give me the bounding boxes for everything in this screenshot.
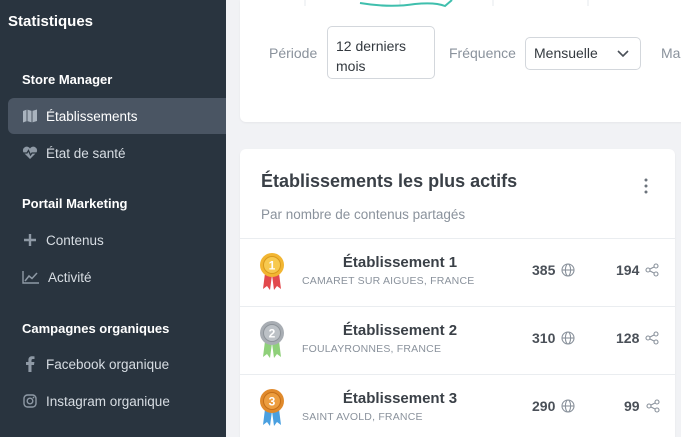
- globe-icon: [561, 399, 575, 413]
- shares-count: 99: [624, 398, 660, 414]
- globe-icon: [561, 331, 575, 345]
- bronze-medal-icon: 3: [260, 389, 284, 426]
- frequency-select[interactable]: Mensuelle: [525, 37, 641, 70]
- globe-icon: [561, 263, 575, 277]
- svg-text:1: 1: [269, 259, 276, 273]
- contents-count: 385: [532, 262, 575, 278]
- table-row[interactable]: 3 Établissement 3 SAINT AVOLD, FRANCE 29…: [240, 374, 675, 437]
- sidebar-item-etablissements[interactable]: Établissements: [8, 98, 226, 134]
- chevron-down-icon: [617, 50, 629, 58]
- facebook-icon: [22, 356, 38, 372]
- chart-remnant: [304, 0, 589, 8]
- section-store-manager: Store Manager: [22, 72, 113, 87]
- contents-count: 290: [532, 398, 575, 414]
- plus-icon: [22, 232, 38, 248]
- sidebar-item-instagram-organique[interactable]: Instagram organique: [8, 383, 226, 419]
- top-establishments-card: Établissements les plus actifs Par nombr…: [240, 149, 675, 437]
- chart-line-icon: [22, 269, 40, 285]
- period-field[interactable]: 12 derniers mois: [327, 26, 435, 79]
- sidebar-item-label: État de santé: [46, 145, 126, 161]
- period-label: Période: [269, 45, 318, 61]
- shares-count: 128: [616, 330, 659, 346]
- establishment-location: FOULAYRONNES, FRANCE: [302, 343, 442, 355]
- establishment-name: Établissement 1: [342, 254, 458, 271]
- establishment-location: CAMARET SUR AIGUES, FRANCE: [302, 275, 475, 287]
- card-title: Établissements les plus actifs: [261, 171, 518, 191]
- third-filter-label: Ma: [661, 45, 681, 61]
- silver-medal-icon: 2: [260, 321, 284, 358]
- heartbeat-icon: [22, 145, 38, 161]
- sidebar-item-contenus[interactable]: Contenus: [8, 222, 226, 258]
- sidebar-item-label: Instagram organique: [46, 393, 170, 409]
- sidebar-item-label: Activité: [48, 269, 92, 285]
- frequency-value: Mensuelle: [534, 45, 598, 61]
- sidebar-item-label: Facebook organique: [46, 356, 170, 372]
- sidebar-item-etat-de-sante[interactable]: État de santé: [8, 135, 226, 171]
- table-row[interactable]: 2 Établissement 2 FOULAYRONNES, FRANCE 3…: [240, 306, 675, 374]
- section-portail-marketing: Portail Marketing: [22, 196, 128, 211]
- share-icon: [646, 399, 660, 413]
- instagram-icon: [22, 393, 38, 409]
- sidebar-item-facebook-organique[interactable]: Facebook organique: [8, 346, 226, 382]
- frequency-label: Fréquence: [449, 45, 516, 61]
- sidebar-item-activite[interactable]: Activité: [8, 259, 226, 295]
- establishment-location: SAINT AVOLD, FRANCE: [302, 411, 423, 423]
- gold-medal-icon: 1: [260, 253, 284, 290]
- filter-card: Période 12 derniers mois Fréquence Mensu…: [240, 0, 681, 122]
- sidebar-item-label: Contenus: [46, 232, 104, 248]
- more-options-icon[interactable]: [643, 177, 649, 195]
- sidebar: Statistiques Store Manager Établissement…: [0, 0, 226, 437]
- contents-count: 310: [532, 330, 575, 346]
- establishment-name: Établissement 3: [342, 390, 458, 407]
- svg-text:2: 2: [269, 327, 276, 341]
- establishment-name: Établissement 2: [342, 322, 458, 339]
- sidebar-item-label: Établissements: [46, 108, 138, 124]
- table-row[interactable]: 1 Établissement 1 CAMARET SUR AIGUES, FR…: [240, 238, 675, 306]
- shares-count: 194: [616, 262, 659, 278]
- section-campagnes-organiques: Campagnes organiques: [22, 321, 170, 336]
- map-icon: [22, 108, 38, 124]
- share-icon: [645, 331, 659, 345]
- share-icon: [645, 263, 659, 277]
- card-subtitle: Par nombre de contenus partagés: [261, 207, 466, 222]
- svg-text:3: 3: [269, 395, 276, 409]
- app-title: Statistiques: [8, 13, 94, 30]
